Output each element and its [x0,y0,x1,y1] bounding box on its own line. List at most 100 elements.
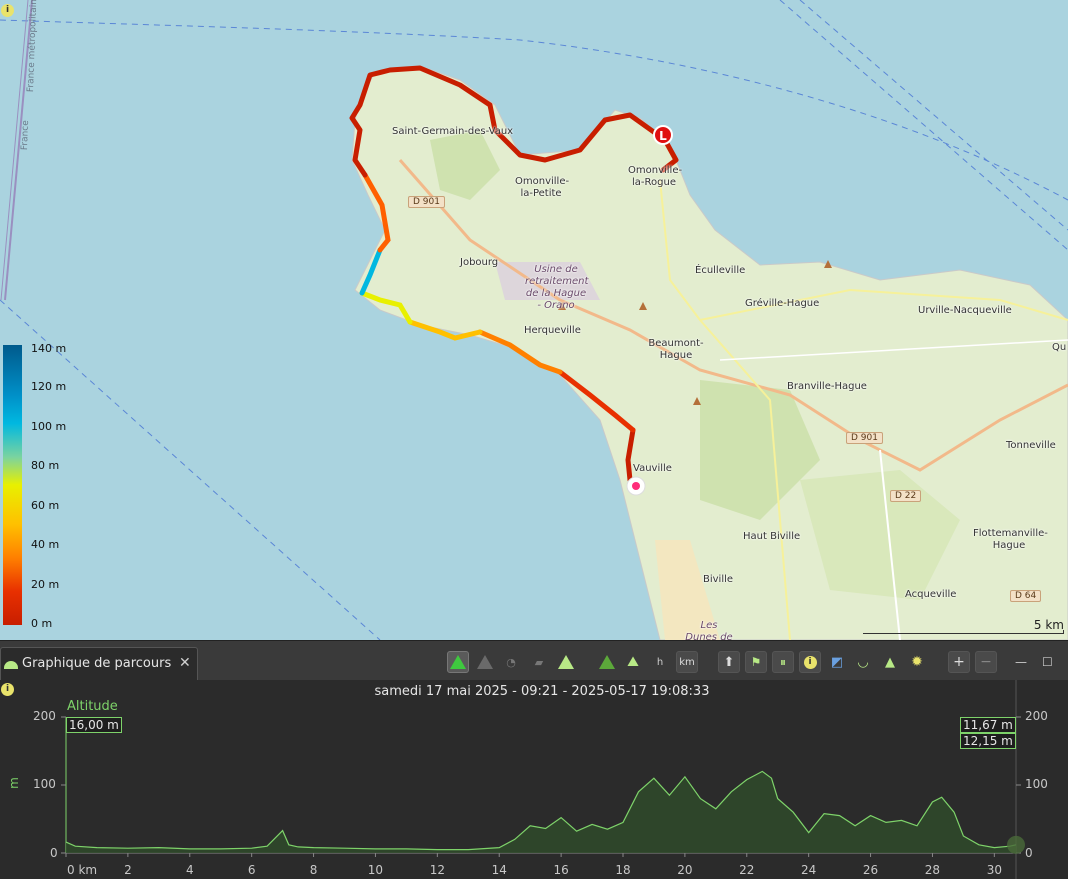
tab-title: Graphique de parcours [22,656,172,671]
place-label: Jobourg [460,257,499,268]
valley-button[interactable]: ◡ [852,651,874,673]
pause-marker-icon: ⏸ [779,654,786,669]
place-label: Tonneville [1006,440,1056,451]
place-label: Omonville-la-Rogue [628,165,683,188]
distance-axis-button[interactable]: km [676,651,698,673]
chart-title: samedi 17 mai 2025 - 09:21 - 2025-05-17 … [374,684,710,699]
x-tick-label: 14 [492,863,507,877]
road-badge: D 901 [408,196,445,208]
place-label: Éculleville [695,265,746,276]
mountains-button[interactable]: ⛰ [622,651,644,673]
road-badge: D 64 [1010,590,1042,602]
road-badge: D 901 [846,432,883,444]
distance-axis-icon: km [679,656,695,668]
altitude-icon [450,655,466,669]
place-label: Flottemanville-Hague [973,528,1048,551]
time-axis-button[interactable]: h [649,651,671,673]
y-tick-label: 0 [50,846,58,860]
altitude-graph-button[interactable] [447,651,469,673]
y-tick-label-right: 100 [1025,777,1048,791]
legend-label: 120 m [31,380,67,393]
speed-icon: ◔ [506,655,516,669]
x-tick-label: 24 [801,863,816,877]
x-tick-label: 18 [615,863,630,877]
x-tick-label: 2 [124,863,132,877]
x-tick-label: 10 [368,863,383,877]
start-marker-button[interactable]: ⚑ [745,651,767,673]
border-label: France [20,120,32,151]
x-tick-label: 16 [553,863,568,877]
info-icon: i [803,655,817,669]
summit-button[interactable]: ▲ [879,651,901,673]
place-label: Gréville-Hague [745,298,820,309]
map-info-icon[interactable]: i [1,4,14,17]
place-label: Biville [703,574,734,585]
speed-graph-button[interactable]: ◔ [500,651,522,673]
start-value-box: 16,00 m [66,717,122,733]
road-badge: D 22 [890,490,922,502]
sun-icon: ✹ [911,654,923,670]
segment-button[interactable] [596,651,618,673]
scale-label: 5 km [1033,618,1064,632]
x-tick-label: 28 [925,863,940,877]
valley-icon: ◡ [857,654,869,670]
current-position-marker [1007,835,1025,854]
photo-button[interactable]: ◩ [826,651,848,673]
right-value-box: 12,15 m [960,733,1016,749]
legend-label: 0 m [31,617,53,630]
map-canvas[interactable]: L [0,0,1068,640]
pace-graph-button[interactable]: ▰ [528,651,550,673]
time-axis-icon: h [656,656,664,668]
close-tab-icon[interactable]: ✕ [179,655,191,671]
zoom-out-button[interactable]: − [975,651,997,673]
place-label: Haut Biville [743,531,801,542]
minimize-panel-icon[interactable]: — [1015,655,1027,669]
legend-label: 80 m [31,459,60,472]
y-tick-label: 100 [33,777,56,791]
sun-button[interactable]: ✹ [906,651,928,673]
pulse-icon [477,655,493,669]
start-marker-icon: ⚑ [750,655,762,669]
pulse-graph-button[interactable] [474,651,496,673]
altitude-chart[interactable]: 0 km 2 4 6 8 10 12 14 16 18 20 22 24 26 28 30 [0,680,1068,879]
place-label: Acqueville [905,589,957,600]
place-label: Beaumont-Hague [648,338,704,361]
legend-label: 60 m [31,499,60,512]
gradient-graph-button[interactable] [555,651,577,673]
mountains-icon: ⛰ [627,654,639,670]
chart-tab-icon [4,661,18,669]
x-tick-label: 0 km [67,863,97,877]
y-axis-unit-label: m [6,777,21,789]
track-start-dot [632,482,640,490]
info-button[interactable]: i [799,651,821,673]
altitude-legend: 140 m 120 m 100 m 80 m 60 m 40 m 20 m 0 … [3,342,73,630]
y-tick-label-right: 0 [1025,846,1033,860]
map-view[interactable]: L i Saint-Germain-des-Vaux Omonville-la-… [0,0,1068,640]
zoom-in-button[interactable]: + [948,651,970,673]
altitude-series-label: Altitude [67,699,118,714]
place-label: Qu [1052,342,1067,353]
x-tick-label: 26 [863,863,878,877]
plus-icon: + [953,654,965,670]
tab-graphique-de-parcours[interactable]: Graphique de parcours ✕ [0,647,198,680]
legend-label: 20 m [31,578,60,591]
pace-icon: ▰ [534,655,544,669]
usine-label: Usine de retraitement de la Hague - Oran… [525,264,589,311]
altitude-area-fill [66,771,1016,853]
maritime-boundary [799,0,1068,231]
place-label: Urville-Nacqueville [918,305,1012,316]
x-tick-label: 6 [248,863,256,877]
legend-color-bar [3,345,22,625]
right-value-box: 11,67 m [960,717,1016,733]
x-tick-label: 22 [739,863,754,877]
maximize-panel-icon[interactable]: ☐ [1042,655,1053,669]
legend-label: 140 m [31,342,67,355]
track-end-marker-letter: L [659,129,667,143]
x-tick-label: 20 [677,863,692,877]
y-tick-label-right: 200 [1025,709,1048,723]
legend-label: 100 m [31,420,67,433]
pause-marker-button[interactable]: ⏸ [772,651,794,673]
dunes-label: Les Dunes de Biville [685,620,733,640]
up-button[interactable]: ⬆ [718,651,740,673]
legend-label: 40 m [31,538,60,551]
